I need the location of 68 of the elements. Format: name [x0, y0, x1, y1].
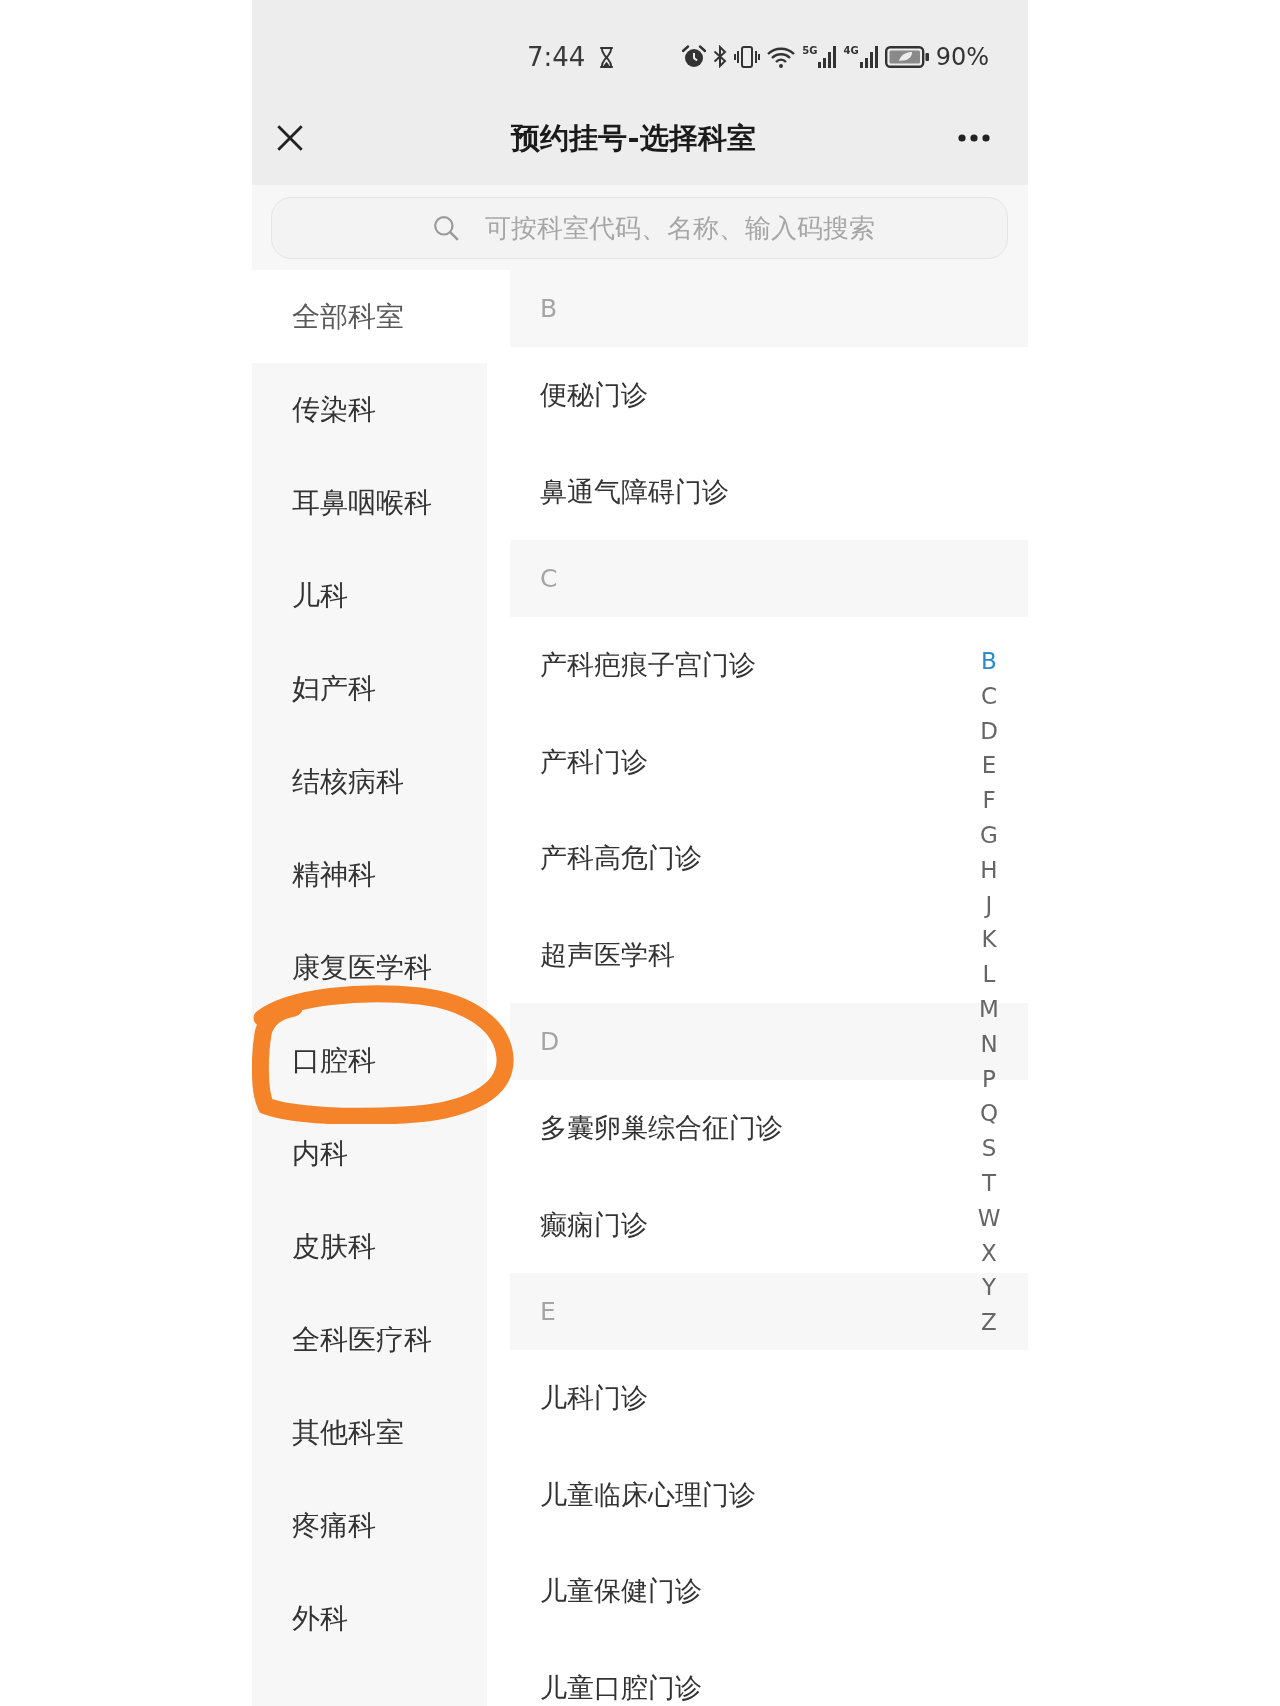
- index-letter[interactable]: M: [974, 991, 1004, 1027]
- index-letter[interactable]: J: [974, 887, 1004, 923]
- hourglass-icon: [599, 46, 615, 68]
- category-tab[interactable]: 口腔科: [252, 1014, 487, 1107]
- index-letter[interactable]: E: [974, 748, 1004, 784]
- index-letter[interactable]: D: [974, 713, 1004, 749]
- vibrate-icon: [734, 46, 761, 68]
- category-tab[interactable]: 内科: [252, 1107, 487, 1200]
- section-letter: E: [540, 1296, 556, 1327]
- category-tab[interactable]: 结核病科: [252, 735, 487, 828]
- category-tab[interactable]: 儿科: [252, 549, 487, 642]
- department-item[interactable]: 产科疤痕子宫门诊: [510, 617, 964, 714]
- index-letter[interactable]: Y: [974, 1270, 1004, 1306]
- department-item[interactable]: 癫痫门诊: [510, 1176, 964, 1273]
- department-item[interactable]: 多囊卵巢综合征门诊: [510, 1080, 964, 1177]
- category-tab[interactable]: 外科: [252, 1572, 487, 1665]
- index-letter[interactable]: P: [974, 1061, 1004, 1097]
- department-item[interactable]: 产科高危门诊: [510, 810, 964, 907]
- index-letter[interactable]: H: [974, 852, 1004, 888]
- index-letter[interactable]: N: [974, 1026, 1004, 1062]
- index-letter[interactable]: B: [974, 644, 1004, 679]
- search-field[interactable]: 可按科室代码、名称、输入码搜索: [271, 197, 1008, 259]
- battery-icon: [884, 46, 929, 68]
- bluetooth-icon: [713, 45, 728, 69]
- department-item[interactable]: 超声医学科: [510, 906, 964, 1003]
- index-letter[interactable]: K: [974, 922, 1004, 958]
- index-letter[interactable]: Z: [974, 1305, 1004, 1340]
- section-letter: D: [540, 1026, 560, 1057]
- index-letter[interactable]: S: [974, 1131, 1004, 1166]
- index-letter[interactable]: W: [974, 1200, 1004, 1236]
- department-item[interactable]: 儿童保健门诊: [510, 1543, 964, 1640]
- category-tab[interactable]: 全科医疗科: [252, 1293, 487, 1386]
- section-letter: C: [540, 563, 558, 594]
- page-title: 预约挂号-选择科室: [511, 120, 756, 156]
- signal-icon: [859, 46, 878, 68]
- wifi-icon: [767, 46, 796, 68]
- index-letter[interactable]: X: [974, 1235, 1004, 1271]
- network-type-label: 4G: [843, 46, 859, 56]
- category-tab[interactable]: 皮肤科: [252, 1200, 487, 1293]
- index-letter[interactable]: F: [974, 783, 1004, 818]
- section-letter: B: [540, 293, 558, 324]
- close-icon[interactable]: [277, 125, 303, 151]
- index-letter[interactable]: T: [974, 1165, 1004, 1201]
- category-tab[interactable]: 疼痛科: [252, 1479, 487, 1572]
- department-item[interactable]: 便秘门诊: [510, 347, 964, 444]
- category-tab[interactable]: 全部科室: [252, 270, 487, 363]
- signal-icon: [818, 46, 837, 68]
- department-item[interactable]: 产科门诊: [510, 713, 964, 810]
- category-tab[interactable]: 耳鼻咽喉科: [252, 456, 487, 549]
- battery-percent: 90%: [935, 43, 989, 71]
- category-tab[interactable]: 传染科: [252, 363, 487, 456]
- department-item[interactable]: 儿科门诊: [510, 1350, 964, 1447]
- search-icon: [433, 215, 459, 241]
- department-item[interactable]: 儿童口腔门诊: [510, 1639, 964, 1706]
- more-icon[interactable]: [958, 134, 990, 142]
- index-letter[interactable]: L: [974, 957, 1004, 992]
- department-item[interactable]: 鼻通气障碍门诊: [510, 443, 964, 540]
- category-tab[interactable]: 康复医学科: [252, 921, 487, 1014]
- alarm-icon: [682, 45, 707, 69]
- index-letter[interactable]: C: [974, 678, 1004, 714]
- index-letter[interactable]: G: [974, 818, 1004, 853]
- category-tab[interactable]: 其他科室: [252, 1386, 487, 1479]
- index-letter[interactable]: Q: [974, 1096, 1004, 1132]
- category-tab[interactable]: 精神科: [252, 828, 487, 921]
- department-item[interactable]: 儿童临床心理门诊: [510, 1446, 964, 1543]
- network-type-label: 5G: [802, 46, 818, 56]
- category-tab[interactable]: 妇产科: [252, 642, 487, 735]
- status-time: 7:44: [527, 42, 586, 72]
